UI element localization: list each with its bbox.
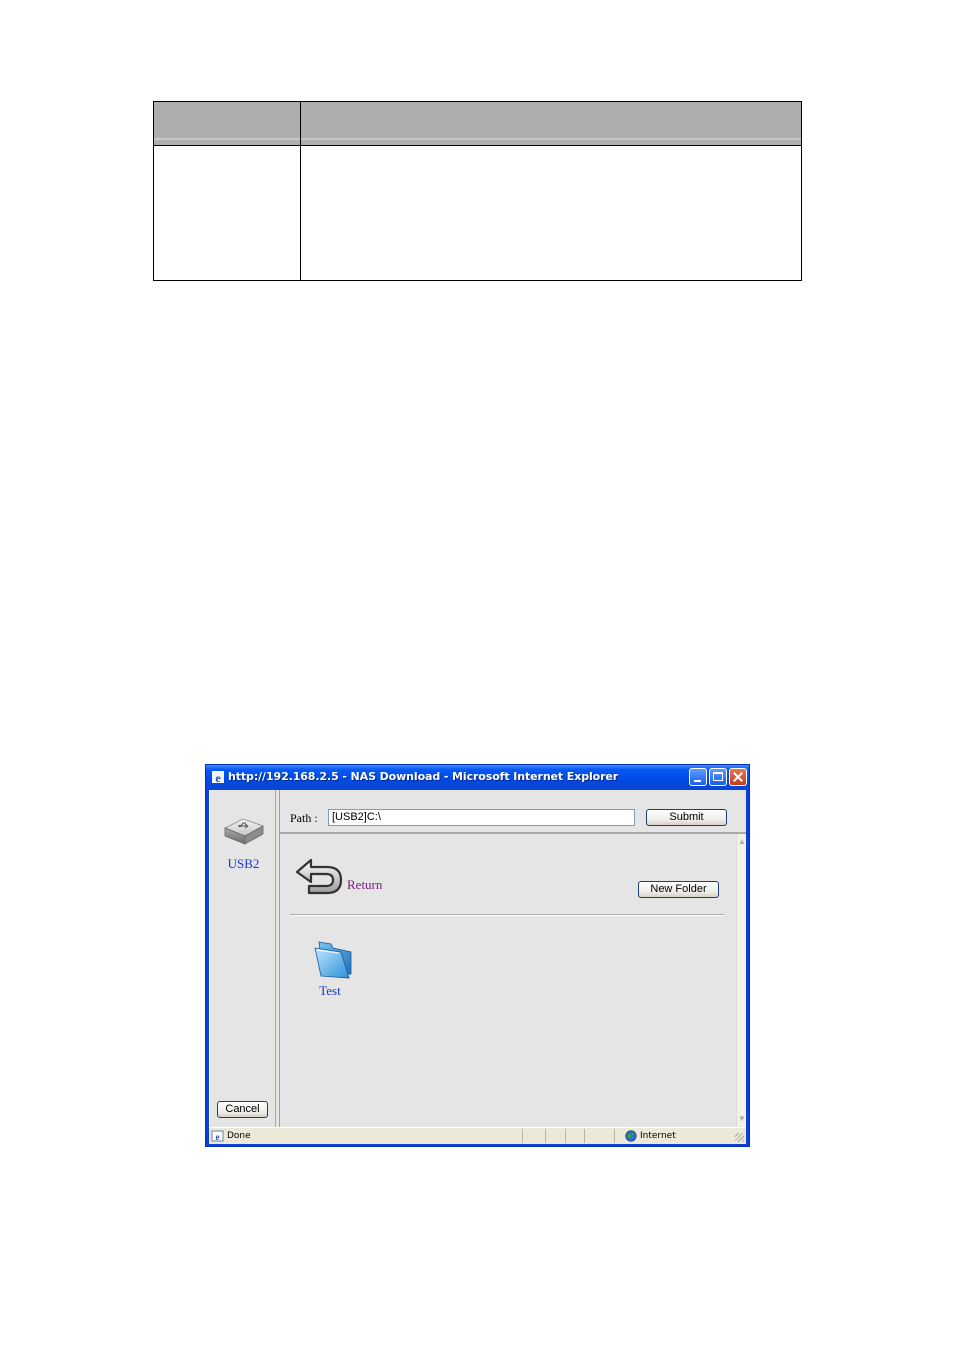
ie-logo-icon: e xyxy=(212,771,224,784)
resize-grip-icon[interactable] xyxy=(735,1133,744,1142)
table-header-row xyxy=(154,102,801,146)
svg-text:e: e xyxy=(215,771,221,784)
browser-window: e http://192.168.2.5 - NAS Download - Mi… xyxy=(205,764,750,1147)
path-input[interactable]: [USB2]C:\ xyxy=(328,809,635,826)
path-bar: Path : [USB2]C:\ Submit xyxy=(280,790,746,834)
scroll-up-arrow-icon[interactable]: ▲ xyxy=(737,836,747,848)
svg-text:e: e xyxy=(216,1132,220,1142)
window-title: http://192.168.2.5 - NAS Download - Micr… xyxy=(228,770,619,783)
new-folder-button[interactable]: New Folder xyxy=(638,881,719,898)
folder-icon[interactable] xyxy=(311,938,357,980)
return-link[interactable]: Return xyxy=(347,877,382,893)
document-table xyxy=(153,101,802,281)
return-arrow-icon[interactable] xyxy=(293,856,345,898)
browser-content: USB2 Cancel Path : [USB2]C:\ Submit Retu… xyxy=(209,790,746,1127)
status-separator xyxy=(614,1129,615,1143)
status-separator xyxy=(522,1129,523,1143)
scroll-down-arrow-icon[interactable]: ▼ xyxy=(737,1113,747,1125)
folder-browser: Return New Folder Test xyxy=(280,834,736,1127)
path-label: Path : xyxy=(290,811,318,825)
globe-icon xyxy=(625,1130,637,1142)
status-separator xyxy=(545,1129,546,1143)
status-separator xyxy=(565,1129,566,1143)
minimize-button[interactable] xyxy=(689,768,707,786)
folder-label[interactable]: Test xyxy=(300,983,360,999)
drive-label-usb2[interactable]: USB2 xyxy=(210,856,277,872)
vertical-scrollbar[interactable]: ▲ ▼ xyxy=(736,834,746,1127)
table-column-divider xyxy=(300,102,301,280)
usb-drive-icon[interactable] xyxy=(221,810,267,850)
close-button[interactable] xyxy=(729,768,747,786)
content-divider xyxy=(290,914,724,916)
security-zone-text: Internet xyxy=(640,1131,676,1141)
status-separator xyxy=(584,1129,585,1143)
status-bar: e Done Internet xyxy=(209,1127,746,1144)
maximize-button[interactable] xyxy=(709,768,727,786)
status-text: Done xyxy=(227,1131,251,1141)
drive-sidebar: USB2 Cancel xyxy=(209,790,276,1127)
title-bar: e http://192.168.2.5 - NAS Download - Mi… xyxy=(206,765,749,790)
submit-button[interactable]: Submit xyxy=(646,809,727,826)
cancel-button[interactable]: Cancel xyxy=(217,1101,268,1118)
page-done-icon: e xyxy=(211,1130,224,1142)
